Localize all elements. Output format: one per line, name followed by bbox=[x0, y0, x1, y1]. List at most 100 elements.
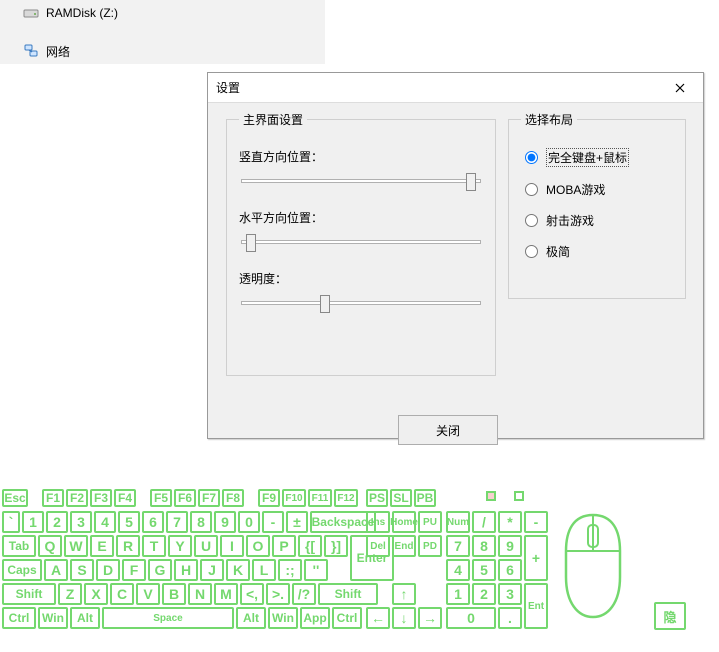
key-v[interactable]: V bbox=[136, 583, 160, 605]
key-p[interactable]: P bbox=[272, 535, 296, 557]
key-home[interactable]: Home bbox=[392, 511, 416, 533]
radio-input[interactable] bbox=[525, 245, 538, 258]
close-button[interactable]: 关闭 bbox=[398, 415, 498, 445]
key-d[interactable]: D bbox=[96, 559, 120, 581]
key-u[interactable]: U bbox=[194, 535, 218, 557]
key-5[interactable]: 5 bbox=[118, 511, 140, 533]
key-4[interactable]: 4 bbox=[446, 559, 470, 581]
key-`[interactable]: ` bbox=[2, 511, 20, 533]
key-x[interactable]: X bbox=[84, 583, 108, 605]
key-r[interactable]: R bbox=[116, 535, 140, 557]
key-ins[interactable]: Ins bbox=[366, 511, 390, 533]
key-3[interactable]: 3 bbox=[70, 511, 92, 533]
radio-layout-minimal[interactable]: 极简 bbox=[525, 243, 673, 260]
key-app[interactable]: App bbox=[300, 607, 330, 629]
radio-layout-full[interactable]: 完全键盘+鼠标 bbox=[525, 148, 673, 167]
key-ps[interactable]: PS bbox=[366, 489, 388, 507]
key-7[interactable]: 7 bbox=[446, 535, 470, 557]
key-shift-left[interactable]: Shift bbox=[2, 583, 56, 605]
key-space[interactable]: Space bbox=[102, 607, 234, 629]
key-z[interactable]: Z bbox=[58, 583, 82, 605]
key-ctrl-right[interactable]: Ctrl bbox=[332, 607, 362, 629]
key-f9[interactable]: F9 bbox=[258, 489, 280, 507]
key-esc[interactable]: Esc bbox=[2, 489, 28, 507]
radio-layout-fps[interactable]: 射击游戏 bbox=[525, 212, 673, 229]
key-8[interactable]: 8 bbox=[190, 511, 212, 533]
key-*[interactable]: * bbox=[498, 511, 522, 533]
key-arrow-left[interactable]: ← bbox=[366, 607, 390, 629]
key-6[interactable]: 6 bbox=[142, 511, 164, 533]
key-y[interactable]: Y bbox=[168, 535, 192, 557]
key-l[interactable]: L bbox=[252, 559, 276, 581]
key-9[interactable]: 9 bbox=[498, 535, 522, 557]
radio-layout-moba[interactable]: MOBA游戏 bbox=[525, 181, 673, 198]
key-t[interactable]: T bbox=[142, 535, 166, 557]
key-alt-left[interactable]: Alt bbox=[70, 607, 100, 629]
key-arrow-down[interactable]: ↓ bbox=[392, 607, 416, 629]
tree-item-ramdisk[interactable]: RAMDisk (Z:) bbox=[0, 0, 325, 26]
key-f8[interactable]: F8 bbox=[222, 489, 244, 507]
key-a[interactable]: A bbox=[44, 559, 68, 581]
key-7[interactable]: 7 bbox=[166, 511, 188, 533]
key-f11[interactable]: F11 bbox=[308, 489, 332, 507]
key-f12[interactable]: F12 bbox=[334, 489, 358, 507]
key-win-right[interactable]: Win bbox=[268, 607, 298, 629]
slider-opacity[interactable] bbox=[239, 293, 483, 313]
key-f2[interactable]: F2 bbox=[66, 489, 88, 507]
key-f6[interactable]: F6 bbox=[174, 489, 196, 507]
key-arrow-up[interactable]: ↑ bbox=[392, 583, 416, 605]
key-5[interactable]: 5 bbox=[472, 559, 496, 581]
key-i[interactable]: I bbox=[220, 535, 244, 557]
key-num[interactable]: Num bbox=[446, 511, 470, 533]
key-2[interactable]: 2 bbox=[472, 583, 496, 605]
dialog-close-button[interactable] bbox=[659, 75, 701, 101]
key-3[interactable]: 3 bbox=[498, 583, 522, 605]
key-f[interactable]: F bbox=[122, 559, 146, 581]
key-q[interactable]: Q bbox=[38, 535, 62, 557]
key-''[interactable]: '' bbox=[304, 559, 328, 581]
key-}][interactable]: }] bbox=[324, 535, 348, 557]
key->.[interactable]: >. bbox=[266, 583, 290, 605]
radio-input[interactable] bbox=[525, 183, 538, 196]
key-f1[interactable]: F1 bbox=[42, 489, 64, 507]
key-ctrl-left[interactable]: Ctrl bbox=[2, 607, 36, 629]
key-4[interactable]: 4 bbox=[94, 511, 116, 533]
key-1[interactable]: 1 bbox=[446, 583, 470, 605]
key-e[interactable]: E bbox=[90, 535, 114, 557]
key-f3[interactable]: F3 bbox=[90, 489, 112, 507]
key-/?[interactable]: /? bbox=[292, 583, 316, 605]
key-9[interactable]: 9 bbox=[214, 511, 236, 533]
key-o[interactable]: O bbox=[246, 535, 270, 557]
slider-vertical-pos[interactable] bbox=[239, 171, 483, 191]
key-pu[interactable]: PU bbox=[418, 511, 442, 533]
key-±[interactable]: ± bbox=[286, 511, 308, 533]
key-<,[interactable]: <, bbox=[240, 583, 264, 605]
key-end[interactable]: End bbox=[392, 535, 416, 557]
radio-input[interactable] bbox=[525, 151, 538, 164]
key-2[interactable]: 2 bbox=[46, 511, 68, 533]
radio-input[interactable] bbox=[525, 214, 538, 227]
key-shift-right[interactable]: Shift bbox=[318, 583, 378, 605]
key-8[interactable]: 8 bbox=[472, 535, 496, 557]
key-del[interactable]: Del bbox=[366, 535, 390, 557]
key-s[interactable]: S bbox=[70, 559, 94, 581]
key-c[interactable]: C bbox=[110, 583, 134, 605]
key-f5[interactable]: F5 bbox=[150, 489, 172, 507]
key-/[interactable]: / bbox=[472, 511, 496, 533]
key-numpad-dot[interactable]: . bbox=[498, 607, 522, 629]
key-1[interactable]: 1 bbox=[22, 511, 44, 533]
key-numpad-0[interactable]: 0 bbox=[446, 607, 496, 629]
key-0[interactable]: 0 bbox=[238, 511, 260, 533]
hide-overlay-button[interactable]: 隐 bbox=[654, 602, 686, 630]
key-w[interactable]: W bbox=[64, 535, 88, 557]
key-n[interactable]: N bbox=[188, 583, 212, 605]
key-:;[interactable]: :; bbox=[278, 559, 302, 581]
key-pd[interactable]: PD bbox=[418, 535, 442, 557]
key--[interactable]: - bbox=[524, 511, 548, 533]
key-g[interactable]: G bbox=[148, 559, 172, 581]
key-b[interactable]: B bbox=[162, 583, 186, 605]
key-f4[interactable]: F4 bbox=[114, 489, 136, 507]
key-pb[interactable]: PB bbox=[414, 489, 436, 507]
key-arrow-right[interactable]: → bbox=[418, 607, 442, 629]
tree-item-network[interactable]: 网络 bbox=[0, 38, 325, 64]
